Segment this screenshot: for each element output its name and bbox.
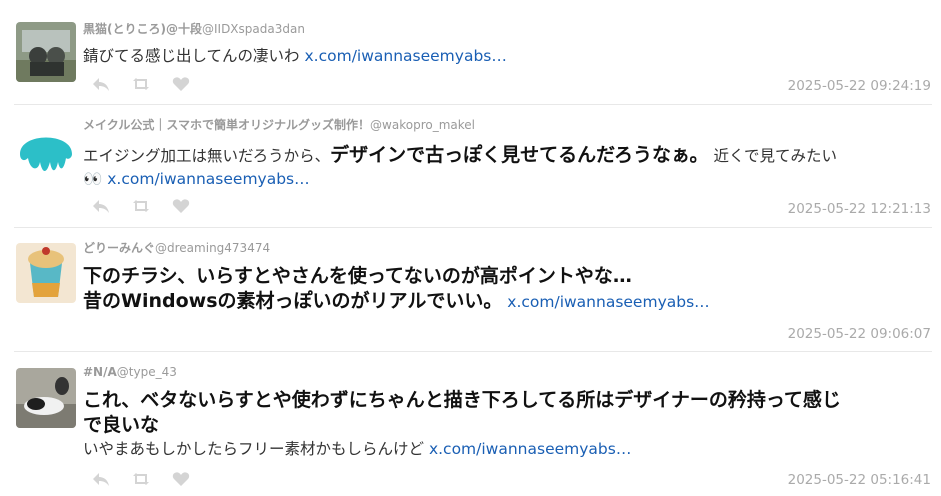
tweet-header: どりーみんぐ@dreaming473474 — [83, 240, 270, 256]
tweet-header: メイクル公式｜スマホで簡単オリジナルグッズ制作！@wakopro_makel — [83, 117, 475, 133]
author-handle[interactable]: @wakopro_makel — [370, 118, 475, 132]
tweet-feed: 黒猫(とりころ)@十段@IIDXspada3dan 錆びてる感じ出してんの凄いわ… — [0, 0, 941, 496]
tweet-text-emphasis: 下のチラシ、いらすとやさんを使ってないのが高ポイントやな… — [83, 265, 632, 287]
tweet-actions — [92, 470, 190, 488]
like-icon[interactable] — [172, 470, 190, 488]
tweet-header: #N/A@type_43 — [83, 364, 177, 380]
retweet-icon[interactable] — [132, 75, 150, 93]
avatar[interactable] — [16, 243, 76, 303]
tweet-card: どりーみんぐ@dreaming473474 下のチラシ、いらすとやさんを使ってな… — [0, 228, 941, 351]
author-name[interactable]: メイクル公式｜スマホで簡単オリジナルグッズ制作！ — [83, 118, 370, 132]
tweet-card: #N/A@type_43 これ、ベタないらすとや使わずにちゃんと描き下ろしてる所… — [0, 352, 941, 496]
tweet-text: 錆びてる感じ出してんの凄いわ x.com/iwannaseemyabs… — [83, 45, 931, 68]
tweet-text: これ、ベタないらすとや使わずにちゃんと描き下ろしてる所はデザイナーの矜持って感じ… — [83, 388, 931, 461]
reply-icon[interactable] — [92, 197, 110, 215]
tweet-text-emphasis: デザインで古っぽく見せてるんだろうなぁ。 — [330, 144, 709, 166]
tweet-link[interactable]: x.com/iwannaseemyabs… — [304, 47, 506, 65]
tweet-text-line: いやまあもしかしたらフリー素材かもしらんけど — [83, 440, 425, 458]
like-icon[interactable] — [172, 197, 190, 215]
tweet-text: 下のチラシ、いらすとやさんを使ってないのが高ポイントやな… 昔のWindowsの… — [83, 264, 931, 314]
author-name[interactable]: どりーみんぐ — [83, 241, 155, 255]
tweet-text-line: エイジング加工は無いだろうから、 — [83, 147, 331, 165]
tweet-card: 黒猫(とりころ)@十段@IIDXspada3dan 錆びてる感じ出してんの凄いわ… — [0, 0, 941, 104]
reply-icon[interactable] — [92, 470, 110, 488]
avatar[interactable] — [16, 122, 76, 182]
tweet-actions — [92, 197, 190, 215]
tweet-header: 黒猫(とりころ)@十段@IIDXspada3dan — [83, 21, 305, 37]
avatar[interactable] — [16, 368, 76, 428]
tweet-actions — [92, 75, 190, 93]
tweet-link[interactable]: x.com/iwannaseemyabs… — [429, 440, 631, 458]
timestamp[interactable]: 2025-05-22 05:16:41 — [788, 472, 931, 488]
tweet-text-line: 近くで見てみたい — [713, 147, 838, 165]
author-handle[interactable]: @dreaming473474 — [155, 241, 270, 255]
timestamp[interactable]: 2025-05-22 12:21:13 — [788, 201, 931, 217]
tweet-card: メイクル公式｜スマホで簡単オリジナルグッズ制作！@wakopro_makel エ… — [0, 105, 941, 227]
tweet-text-emphasis: 昔のWindowsの素材っぽいのがリアルでいい。 — [83, 290, 503, 312]
author-handle[interactable]: @type_43 — [117, 365, 177, 379]
author-name[interactable]: #N/A — [83, 365, 117, 379]
retweet-icon[interactable] — [132, 197, 150, 215]
like-icon[interactable] — [172, 75, 190, 93]
avatar[interactable] — [16, 22, 76, 82]
author-name[interactable]: 黒猫(とりころ)@十段 — [83, 22, 202, 36]
timestamp[interactable]: 2025-05-22 09:24:19 — [788, 78, 931, 94]
tweet-text-emphasis: これ、ベタないらすとや使わずにちゃんと描き下ろしてる所はデザイナーの矜持って感じ — [83, 389, 841, 411]
tweet-text-line: 錆びてる感じ出してんの凄いわ — [83, 47, 300, 65]
eyes-emoji: 👀 — [83, 170, 103, 188]
author-handle[interactable]: @IIDXspada3dan — [202, 22, 305, 36]
tweet-text: エイジング加工は無いだろうから、デザインで古っぽく見せてるんだろうなぁ。 近くで… — [83, 143, 931, 191]
timestamp[interactable]: 2025-05-22 09:06:07 — [788, 326, 931, 342]
retweet-icon[interactable] — [132, 470, 150, 488]
tweet-link[interactable]: x.com/iwannaseemyabs… — [107, 170, 309, 188]
tweet-text-emphasis: で良いな — [83, 414, 160, 436]
tweet-link[interactable]: x.com/iwannaseemyabs… — [507, 293, 709, 311]
reply-icon[interactable] — [92, 75, 110, 93]
